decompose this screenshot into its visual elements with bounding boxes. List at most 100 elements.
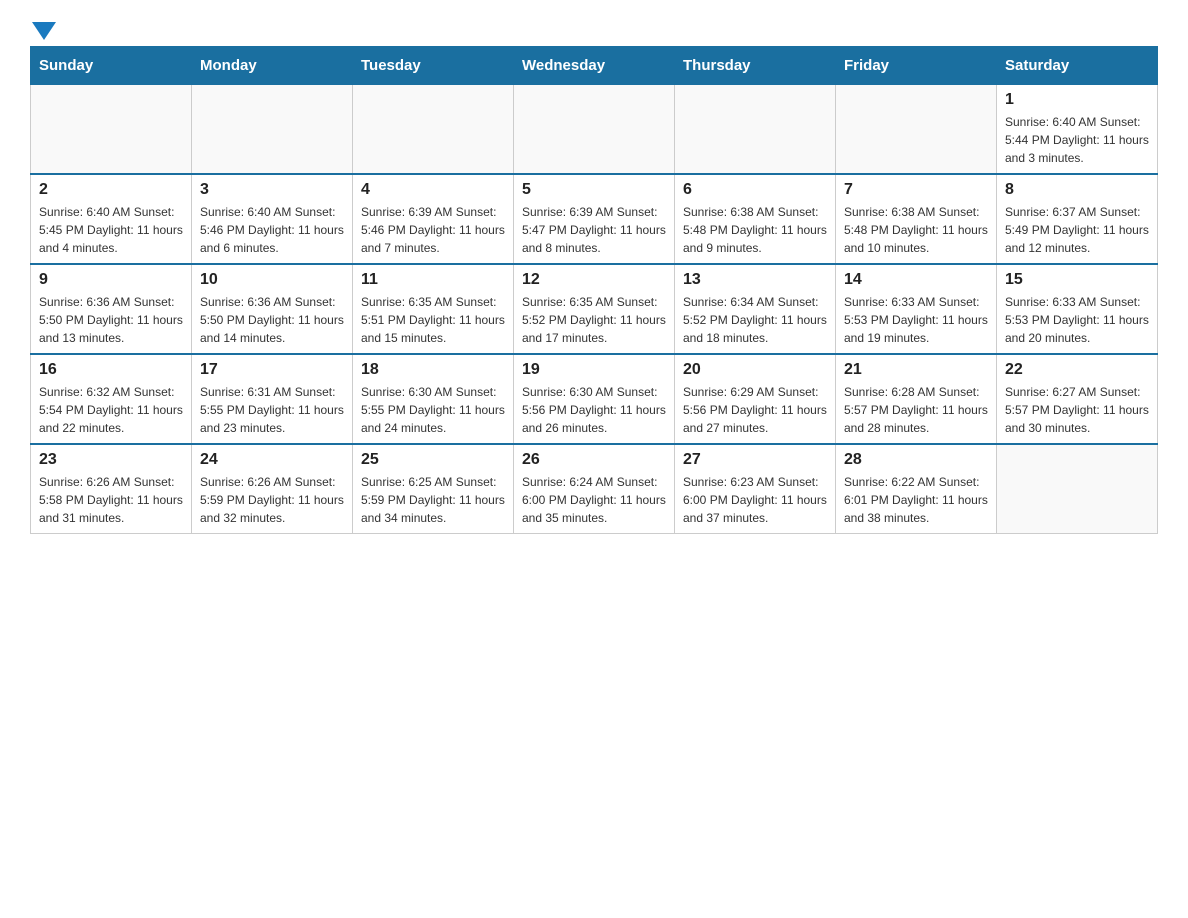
calendar-cell: 5Sunrise: 6:39 AM Sunset: 5:47 PM Daylig… [514, 174, 675, 264]
day-number: 26 [522, 451, 666, 469]
calendar-cell: 13 Sunrise: 6:34 AM Sunset: 5:52 PM Dayli… [675, 264, 836, 354]
page-header [30, 20, 1158, 36]
day-number: 16 [39, 361, 183, 379]
calendar-header-row: SundayMondayTuesdayWednesdayThursdayFrid… [31, 47, 1158, 85]
calendar-header-saturday: Saturday [997, 47, 1158, 85]
day-info: Sunrise: 6:24 AM Sunset: 6:00 PM Dayligh… [522, 473, 666, 527]
calendar-cell: 20Sunrise: 6:29 AM Sunset: 5:56 PM Dayli… [675, 354, 836, 444]
day-number: 6 [683, 181, 827, 199]
day-number: 24 [200, 451, 344, 469]
day-info: Sunrise: 6:38 AM Sunset: 5:48 PM Dayligh… [683, 203, 827, 257]
calendar-cell: 23 Sunrise: 6:26 AM Sunset: 5:58 PM Dayli… [31, 444, 192, 534]
calendar-cell: 19 Sunrise: 6:30 AM Sunset: 5:56 PM Dayli… [514, 354, 675, 444]
day-info: Sunrise: 6:22 AM Sunset: 6:01 PM Dayligh… [844, 473, 988, 527]
logo-triangle-icon [32, 22, 56, 42]
calendar-cell: 22 Sunrise: 6:27 AM Sunset: 5:57 PM Dayli… [997, 354, 1158, 444]
calendar-cell [514, 85, 675, 175]
day-number: 1 [1005, 91, 1149, 109]
day-info: Sunrise: 6:26 AM Sunset: 5:59 PM Dayligh… [200, 473, 344, 527]
day-info: Sunrise: 6:29 AM Sunset: 5:56 PM Dayligh… [683, 383, 827, 437]
calendar-header-sunday: Sunday [31, 47, 192, 85]
day-info: Sunrise: 6:40 AM Sunset: 5:44 PM Dayligh… [1005, 113, 1149, 167]
calendar-week-row: 16 Sunrise: 6:32 AM Sunset: 5:54 PM Dayli… [31, 354, 1158, 444]
calendar-cell: 15 Sunrise: 6:33 AM Sunset: 5:53 PM Dayli… [997, 264, 1158, 354]
day-info: Sunrise: 6:39 AM Sunset: 5:47 PM Dayligh… [522, 203, 666, 257]
calendar-cell: 16 Sunrise: 6:32 AM Sunset: 5:54 PM Dayli… [31, 354, 192, 444]
calendar-cell [31, 85, 192, 175]
day-info: Sunrise: 6:27 AM Sunset: 5:57 PM Dayligh… [1005, 383, 1149, 437]
day-number: 8 [1005, 181, 1149, 199]
day-number: 27 [683, 451, 827, 469]
day-info: Sunrise: 6:31 AM Sunset: 5:55 PM Dayligh… [200, 383, 344, 437]
calendar-cell: 3 Sunrise: 6:40 AM Sunset: 5:46 PM Daylig… [192, 174, 353, 264]
calendar-cell: 9 Sunrise: 6:36 AM Sunset: 5:50 PM Daylig… [31, 264, 192, 354]
day-number: 12 [522, 271, 666, 289]
calendar-header-wednesday: Wednesday [514, 47, 675, 85]
day-number: 15 [1005, 271, 1149, 289]
calendar-cell [836, 85, 997, 175]
day-info: Sunrise: 6:30 AM Sunset: 5:55 PM Dayligh… [361, 383, 505, 437]
calendar-cell: 12 Sunrise: 6:35 AM Sunset: 5:52 PM Dayli… [514, 264, 675, 354]
calendar-cell [192, 85, 353, 175]
day-info: Sunrise: 6:40 AM Sunset: 5:46 PM Dayligh… [200, 203, 344, 257]
day-info: Sunrise: 6:35 AM Sunset: 5:52 PM Dayligh… [522, 293, 666, 347]
day-number: 21 [844, 361, 988, 379]
calendar-header-friday: Friday [836, 47, 997, 85]
day-number: 11 [361, 271, 505, 289]
calendar-cell: 27Sunrise: 6:23 AM Sunset: 6:00 PM Dayli… [675, 444, 836, 534]
day-number: 14 [844, 271, 988, 289]
day-number: 19 [522, 361, 666, 379]
day-number: 25 [361, 451, 505, 469]
calendar-cell: 11Sunrise: 6:35 AM Sunset: 5:51 PM Dayli… [353, 264, 514, 354]
day-info: Sunrise: 6:33 AM Sunset: 5:53 PM Dayligh… [844, 293, 988, 347]
calendar-cell [675, 85, 836, 175]
day-number: 22 [1005, 361, 1149, 379]
day-number: 18 [361, 361, 505, 379]
day-info: Sunrise: 6:33 AM Sunset: 5:53 PM Dayligh… [1005, 293, 1149, 347]
calendar-cell: 18 Sunrise: 6:30 AM Sunset: 5:55 PM Dayli… [353, 354, 514, 444]
calendar-cell: 10 Sunrise: 6:36 AM Sunset: 5:50 PM Dayli… [192, 264, 353, 354]
calendar-header-thursday: Thursday [675, 47, 836, 85]
day-number: 23 [39, 451, 183, 469]
calendar-cell: 1 Sunrise: 6:40 AM Sunset: 5:44 PM Daylig… [997, 85, 1158, 175]
day-info: Sunrise: 6:25 AM Sunset: 5:59 PM Dayligh… [361, 473, 505, 527]
calendar-cell: 21Sunrise: 6:28 AM Sunset: 5:57 PM Dayli… [836, 354, 997, 444]
calendar-cell: 28 Sunrise: 6:22 AM Sunset: 6:01 PM Dayli… [836, 444, 997, 534]
day-info: Sunrise: 6:37 AM Sunset: 5:49 PM Dayligh… [1005, 203, 1149, 257]
calendar-header-monday: Monday [192, 47, 353, 85]
day-number: 3 [200, 181, 344, 199]
calendar-week-row: 23 Sunrise: 6:26 AM Sunset: 5:58 PM Dayli… [31, 444, 1158, 534]
day-info: Sunrise: 6:40 AM Sunset: 5:45 PM Dayligh… [39, 203, 183, 257]
logo [30, 20, 56, 36]
calendar-cell: 4 Sunrise: 6:39 AM Sunset: 5:46 PM Daylig… [353, 174, 514, 264]
calendar-cell: 24 Sunrise: 6:26 AM Sunset: 5:59 PM Dayli… [192, 444, 353, 534]
day-number: 7 [844, 181, 988, 199]
calendar-cell [353, 85, 514, 175]
day-info: Sunrise: 6:39 AM Sunset: 5:46 PM Dayligh… [361, 203, 505, 257]
calendar-week-row: 1 Sunrise: 6:40 AM Sunset: 5:44 PM Daylig… [31, 85, 1158, 175]
day-info: Sunrise: 6:36 AM Sunset: 5:50 PM Dayligh… [200, 293, 344, 347]
day-number: 4 [361, 181, 505, 199]
calendar-cell: 2 Sunrise: 6:40 AM Sunset: 5:45 PM Daylig… [31, 174, 192, 264]
day-info: Sunrise: 6:36 AM Sunset: 5:50 PM Dayligh… [39, 293, 183, 347]
day-info: Sunrise: 6:38 AM Sunset: 5:48 PM Dayligh… [844, 203, 988, 257]
day-number: 13 [683, 271, 827, 289]
day-info: Sunrise: 6:30 AM Sunset: 5:56 PM Dayligh… [522, 383, 666, 437]
calendar-table: SundayMondayTuesdayWednesdayThursdayFrid… [30, 46, 1158, 534]
day-info: Sunrise: 6:34 AM Sunset: 5:52 PM Dayligh… [683, 293, 827, 347]
calendar-cell: 25 Sunrise: 6:25 AM Sunset: 5:59 PM Dayli… [353, 444, 514, 534]
day-number: 10 [200, 271, 344, 289]
day-info: Sunrise: 6:32 AM Sunset: 5:54 PM Dayligh… [39, 383, 183, 437]
day-number: 9 [39, 271, 183, 289]
calendar-cell: 14 Sunrise: 6:33 AM Sunset: 5:53 PM Dayli… [836, 264, 997, 354]
calendar-cell: 8 Sunrise: 6:37 AM Sunset: 5:49 PM Daylig… [997, 174, 1158, 264]
day-number: 28 [844, 451, 988, 469]
calendar-cell: 17Sunrise: 6:31 AM Sunset: 5:55 PM Dayli… [192, 354, 353, 444]
calendar-header-tuesday: Tuesday [353, 47, 514, 85]
day-number: 2 [39, 181, 183, 199]
calendar-week-row: 2 Sunrise: 6:40 AM Sunset: 5:45 PM Daylig… [31, 174, 1158, 264]
calendar-cell [997, 444, 1158, 534]
calendar-cell: 6 Sunrise: 6:38 AM Sunset: 5:48 PM Daylig… [675, 174, 836, 264]
day-info: Sunrise: 6:26 AM Sunset: 5:58 PM Dayligh… [39, 473, 183, 527]
calendar-cell: 7 Sunrise: 6:38 AM Sunset: 5:48 PM Daylig… [836, 174, 997, 264]
